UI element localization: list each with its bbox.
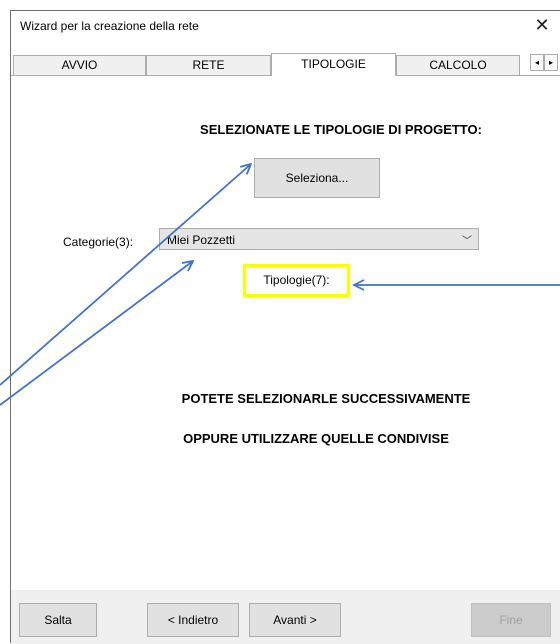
tipologie-label: Tipologie(7): — [243, 264, 350, 297]
select-button[interactable]: Seleziona... — [254, 158, 380, 198]
window-title: Wizard per la creazione della rete — [20, 19, 199, 33]
info-message-line1: POTETE SELEZIONARLE SUCCESSIVAMENTE — [181, 391, 471, 406]
tab-calcolo[interactable]: CALCOLO — [396, 55, 520, 75]
info-message-line2: OPPURE UTILIZZARE QUELLE CONDIVISE — [183, 431, 449, 446]
chevron-down-icon: ﹀ — [462, 236, 472, 247]
close-icon[interactable]: ✕ — [530, 14, 554, 36]
tab-avvio[interactable]: AVVIO — [13, 55, 146, 75]
tab-scroll-right-icon[interactable]: ▸ — [544, 54, 558, 71]
wizard-window: Wizard per la creazione della rete ✕ AVV… — [10, 10, 560, 644]
tab-scroll-left-icon[interactable]: ◂ — [530, 54, 544, 71]
footer-bar: Salta < Indietro Avanti > Fine — [11, 590, 560, 644]
tab-rete[interactable]: RETE — [146, 55, 271, 75]
section-heading: SELEZIONATE LE TIPOLOGIE DI PROGETTO: — [200, 122, 482, 137]
tab-tipologie[interactable]: TIPOLOGIE — [271, 53, 396, 76]
category-dropdown[interactable]: Miei Pozzetti ﹀ — [159, 228, 479, 250]
tipologie-panel — [11, 76, 560, 590]
category-dropdown-value: Miei Pozzetti — [167, 233, 236, 247]
back-button[interactable]: < Indietro — [147, 603, 239, 637]
finish-button[interactable]: Fine — [471, 603, 551, 637]
title-bar: Wizard per la creazione della rete ✕ — [11, 11, 560, 41]
category-label: Categorie(3): — [63, 235, 134, 249]
next-button[interactable]: Avanti > — [249, 603, 341, 637]
tab-strip: AVVIO RETE TIPOLOGIE CALCOLO ◂ ▸ — [11, 53, 560, 76]
tab-scroll-buttons: ◂ ▸ — [530, 54, 558, 71]
skip-button[interactable]: Salta — [19, 603, 97, 637]
